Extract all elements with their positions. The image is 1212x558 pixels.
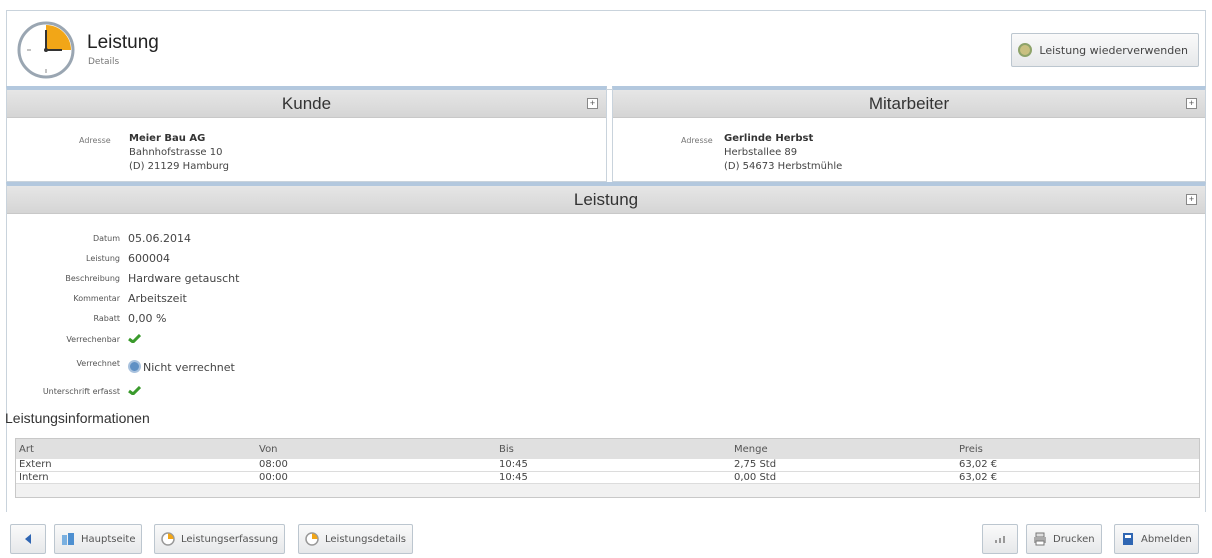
- field-value: 05.06.2014: [128, 232, 191, 245]
- check-icon: [128, 334, 141, 343]
- field-label: Datum: [92, 234, 120, 243]
- field-value: [128, 333, 141, 346]
- employee-name: Gerlinde Herbst: [724, 133, 814, 144]
- customer-panel: Kunde + Adresse Meier Bau AG Bahnhofstra…: [6, 86, 607, 182]
- table-cell: 0,00 Std: [731, 471, 956, 484]
- home-button[interactable]: Hauptseite: [54, 524, 143, 554]
- employee-collapse-button[interactable]: +: [1186, 98, 1197, 109]
- field-label: Beschreibung: [65, 274, 120, 283]
- billed-status: Nicht verrechnet: [143, 361, 235, 374]
- print-label: Drucken: [1053, 533, 1095, 545]
- service-details-label: Leistungsdetails: [325, 533, 407, 545]
- table-row[interactable]: Extern 08:00 10:45 2,75 Std 63,02 €: [16, 459, 1199, 472]
- column-header: Art: [16, 439, 256, 459]
- customer-name: Meier Bau AG: [129, 133, 206, 144]
- field-value: Hardware getauscht: [128, 272, 240, 285]
- column-header: Menge: [731, 439, 956, 459]
- table-cell: 08:00: [256, 459, 496, 472]
- field-label: Rabatt: [93, 314, 120, 323]
- field-label: Verrechenbar: [66, 335, 120, 344]
- service-details-button[interactable]: Leistungsdetails: [298, 524, 414, 554]
- signal-button[interactable]: [982, 524, 1018, 554]
- field-row-billable: Verrechenbar: [0, 331, 500, 351]
- printer-icon: [1034, 532, 1046, 546]
- field-row-description: Beschreibung Hardware getauscht: [0, 270, 500, 290]
- page-title: Leistung: [87, 32, 159, 53]
- table-cell: Extern: [16, 459, 256, 472]
- field-label: Verrechnet: [76, 359, 120, 368]
- service-panel-header: Leistung +: [7, 186, 1205, 214]
- info-section-title: Leistungsinformationen: [5, 410, 150, 426]
- service-heading: Leistung: [573, 190, 639, 209]
- back-button[interactable]: [10, 524, 46, 554]
- field-value: Nicht verrechnet: [128, 360, 235, 374]
- clock-icon: [161, 532, 175, 546]
- employee-address: Gerlinde Herbst Herbstallee 89 (D) 54673…: [724, 132, 842, 174]
- print-button[interactable]: Drucken: [1026, 524, 1102, 554]
- field-label: Unterschrift erfasst: [42, 387, 120, 396]
- check-icon: [128, 386, 141, 395]
- employee-panel-header: Mitarbeiter +: [613, 90, 1205, 118]
- clock-icon: [305, 532, 319, 546]
- customer-heading: Kunde: [281, 94, 332, 113]
- employee-street: Herbstallee 89: [724, 147, 798, 158]
- customer-collapse-button[interactable]: +: [587, 98, 598, 109]
- column-header: Von: [256, 439, 496, 459]
- customer-address-label: Adresse: [79, 136, 111, 145]
- employee-panel: Mitarbeiter + Adresse Gerlinde Herbst He…: [612, 86, 1206, 182]
- page-header: Leistung Details Leistung wiederverwende…: [6, 10, 1206, 90]
- table-cell: 10:45: [496, 459, 731, 472]
- field-value: [128, 385, 141, 398]
- field-row-billed: Verrechnet Nicht verrechnet: [0, 355, 500, 375]
- customer-address: Meier Bau AG Bahnhofstrasse 10 (D) 21129…: [129, 132, 229, 174]
- field-label: Kommentar: [73, 294, 120, 303]
- customer-panel-header: Kunde +: [7, 90, 606, 118]
- table-cell: 63,02 €: [956, 459, 1199, 472]
- field-row-signature: Unterschrift erfasst: [0, 383, 500, 403]
- table-cell: 00:00: [256, 471, 496, 484]
- wifi-icon: [995, 536, 1005, 543]
- info-table: Art Von Bis Menge Preis Extern 08:00 10:…: [15, 438, 1200, 498]
- employee-heading: Mitarbeiter: [868, 94, 950, 113]
- home-label: Hauptseite: [81, 533, 136, 545]
- footer-toolbar: Hauptseite Leistungserfassung Leistungsd…: [6, 520, 1206, 558]
- logout-label: Abmelden: [1141, 533, 1192, 545]
- table-row[interactable]: Intern 00:00 10:45 0,00 Std 63,02 €: [16, 471, 1199, 484]
- field-value: 600004: [128, 252, 170, 265]
- arrow-left-icon: [25, 534, 31, 544]
- service-collapse-button[interactable]: +: [1186, 194, 1197, 205]
- field-row-service: Leistung 600004: [0, 250, 500, 270]
- field-row-comment: Kommentar Arbeitszeit: [0, 290, 500, 310]
- employee-city: (D) 54673 Herbstmühle: [724, 161, 843, 172]
- customer-city: (D) 21129 Hamburg: [129, 161, 230, 172]
- clock-icon: [17, 21, 75, 79]
- field-row-discount: Rabatt 0,00 %: [0, 310, 500, 330]
- employee-address-label: Adresse: [681, 136, 713, 145]
- field-value: Arbeitszeit: [128, 292, 187, 305]
- service-capture-button[interactable]: Leistungserfassung: [154, 524, 286, 554]
- logout-icon: [1123, 533, 1133, 545]
- table-cell: 63,02 €: [956, 471, 1199, 484]
- service-capture-label: Leistungserfassung: [181, 533, 279, 545]
- reuse-icon: [1018, 43, 1033, 57]
- page-subtitle: Details: [88, 57, 120, 67]
- logout-button[interactable]: Abmelden: [1114, 524, 1199, 554]
- info-icon: [128, 360, 141, 373]
- column-header: Bis: [496, 439, 731, 459]
- field-value: 0,00 %: [128, 312, 167, 325]
- table-cell: 10:45: [496, 471, 731, 484]
- field-label: Leistung: [86, 254, 120, 263]
- column-header: Preis: [956, 439, 1199, 459]
- building-icon: [62, 533, 74, 545]
- reuse-service-label: Leistung wiederverwenden: [1039, 43, 1188, 57]
- reuse-service-button[interactable]: Leistung wiederverwenden: [1011, 33, 1199, 67]
- table-cell: Intern: [16, 471, 256, 484]
- table-cell: 2,75 Std: [731, 459, 956, 472]
- customer-street: Bahnhofstrasse 10: [129, 147, 223, 158]
- field-row-date: Datum 05.06.2014: [0, 230, 500, 250]
- table-header-row: Art Von Bis Menge Preis: [16, 439, 1199, 459]
